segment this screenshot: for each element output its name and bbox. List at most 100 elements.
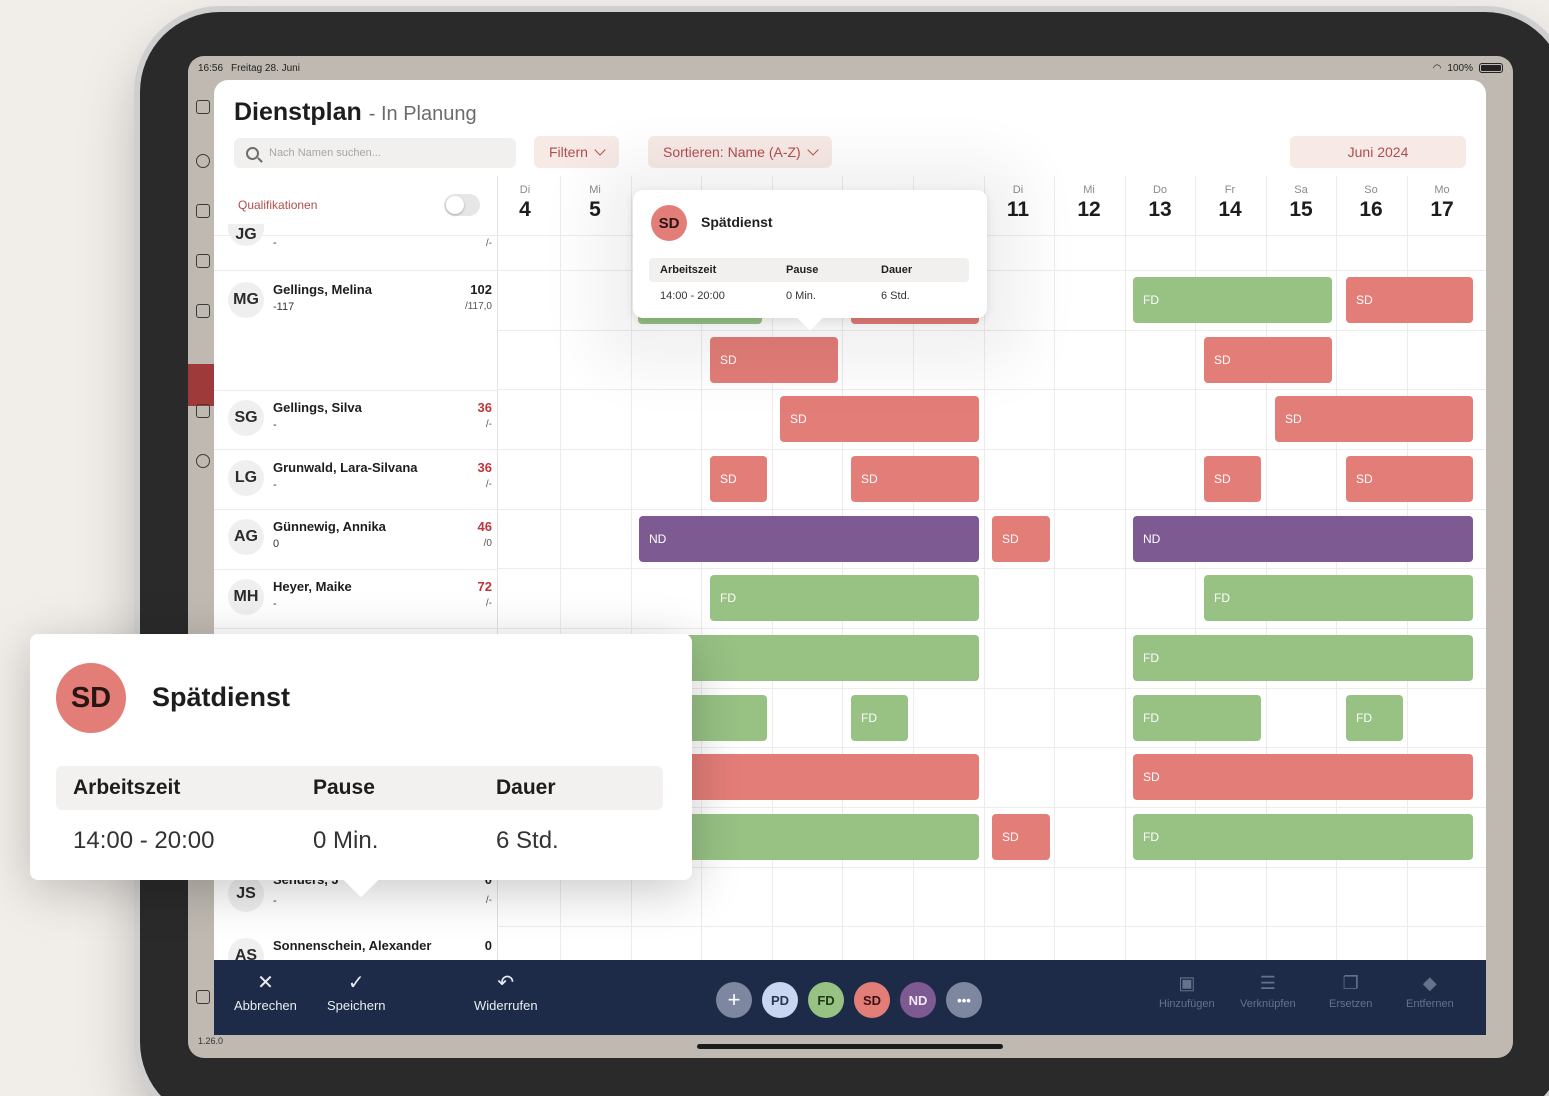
grid-line [498, 509, 1486, 510]
shift-early[interactable]: FD [1133, 635, 1473, 681]
employee-row[interactable]: JG - /- [226, 220, 492, 278]
add-button[interactable]: ▣ Hinzufügen [1159, 972, 1215, 1010]
shift-code: SD [1214, 472, 1231, 486]
col-pause-header: Pause [786, 264, 819, 276]
shift-early[interactable]: FD [1133, 695, 1261, 741]
col-pause-header: Pause [313, 776, 375, 799]
shift-code: SD [1356, 293, 1373, 307]
shift-late[interactable]: SD [1204, 456, 1261, 502]
user-icon[interactable] [196, 304, 210, 318]
undo-button[interactable]: ↶ Widerrufen [474, 972, 538, 1013]
shift-late[interactable] [684, 754, 979, 800]
page-title: Dienstplan - In Planung [234, 98, 477, 127]
shift-late[interactable]: SD [1346, 456, 1473, 502]
checkmark-icon: ✓ [347, 972, 365, 994]
shift-late[interactable]: SD [710, 456, 767, 502]
employee-balance: - [273, 598, 277, 610]
shift-code: SD [1143, 770, 1160, 784]
logout-icon[interactable] [196, 990, 210, 1004]
shift-late[interactable]: SD [1346, 277, 1473, 323]
link-button[interactable]: ☰ Verknüpfen [1240, 972, 1296, 1010]
month-picker[interactable]: Juni 2024 [1290, 136, 1466, 168]
employee-row[interactable]: MH Heyer, Maike - 72 /- [226, 569, 492, 627]
qualifications-label: Qualifikationen [238, 198, 318, 212]
shift-title: Spätdienst [701, 214, 773, 230]
wifi-icon: ◠ [1432, 62, 1442, 74]
shift-type-fd-button[interactable]: FD [808, 982, 844, 1018]
grid-line [498, 628, 1486, 629]
employee-name: Heyer, Maike [273, 579, 352, 594]
shift-early[interactable]: FD [1204, 575, 1473, 621]
employee-row[interactable]: MG Gellings, Melina -117 102 /117,0 [226, 272, 492, 330]
shift-type-pd-button[interactable]: PD [762, 982, 798, 1018]
shift-night[interactable]: ND [639, 516, 979, 562]
shift-early[interactable] [684, 695, 767, 741]
avatar: MH [228, 579, 264, 615]
shift-early[interactable] [684, 814, 979, 860]
sort-button[interactable]: Sortieren: Name (A-Z) [648, 136, 832, 168]
shift-code: SD [861, 472, 878, 486]
qualifications-toggle[interactable] [444, 194, 480, 216]
shift-early[interactable]: FD [1133, 814, 1473, 860]
shift-type-sd-button[interactable]: SD [854, 982, 890, 1018]
shift-code: FD [720, 591, 736, 605]
battery-icon [1479, 63, 1503, 73]
shift-code: SD [790, 412, 807, 426]
undo-label: Widerrufen [474, 998, 538, 1013]
remove-label: Entfernen [1406, 998, 1454, 1010]
employee-name: Gellings, Melina [273, 282, 372, 297]
sidebar-toggle-icon[interactable] [196, 100, 210, 114]
shift-late[interactable]: SD [1275, 396, 1473, 442]
eraser-icon: ◆ [1422, 973, 1437, 993]
shift-late[interactable]: SD [992, 814, 1050, 860]
version-label: 1.26.0 [198, 1036, 224, 1046]
remove-button[interactable]: ◆ Entfernen [1406, 972, 1454, 1010]
shift-early[interactable]: FD [710, 575, 979, 621]
add-shift-type-button[interactable]: + [716, 982, 752, 1018]
shift-badge: SD [56, 663, 126, 733]
home-indicator [697, 1044, 1003, 1049]
more-button[interactable]: ••• [946, 982, 982, 1018]
search-placeholder: Nach Namen suchen... [269, 147, 381, 159]
status-time: 16:56 [198, 62, 224, 74]
team-icon[interactable] [196, 254, 210, 268]
grid-line [498, 449, 1486, 450]
shift-popover-large: SD Spätdienst Arbeitszeit Pause Dauer 14… [30, 634, 692, 898]
home-icon[interactable] [196, 204, 210, 218]
shift-early[interactable]: FD [1346, 695, 1403, 741]
sort-label: Sortieren: Name (A-Z) [663, 144, 801, 160]
shift-late[interactable]: SD [1204, 337, 1332, 383]
employee-row[interactable]: AG Günnewig, Annika 0 46 /0 [226, 509, 492, 567]
profile-icon[interactable] [196, 154, 210, 168]
save-button[interactable]: ✓ Speichern [327, 972, 386, 1013]
replace-button[interactable]: ❐ Ersetzen [1329, 972, 1372, 1010]
shift-code: FD [1143, 711, 1159, 725]
sidebar-item-schedule-active[interactable] [188, 364, 216, 406]
employee-row[interactable]: SG Gellings, Silva - 36 /- [226, 390, 492, 448]
shift-night[interactable]: ND [1133, 516, 1473, 562]
close-icon: ✕ [257, 972, 274, 994]
shift-late[interactable]: SD [780, 396, 979, 442]
search-input[interactable]: Nach Namen suchen... [234, 138, 516, 168]
shift-early[interactable]: FD [851, 695, 908, 741]
shift-late[interactable]: SD [1133, 754, 1473, 800]
employee-row[interactable]: LG Grunwald, Lara-Silvana - 36 /- [226, 450, 492, 508]
shift-late[interactable]: SD [851, 456, 979, 502]
shift-early[interactable]: FD [1133, 277, 1332, 323]
more-icon: ••• [957, 992, 971, 1008]
book-icon[interactable] [196, 404, 210, 418]
clock-icon[interactable] [196, 454, 210, 468]
shift-late[interactable]: SD [710, 337, 838, 383]
filter-button[interactable]: Filtern [534, 136, 619, 168]
grid-line [498, 389, 1486, 390]
grid-line [498, 926, 1486, 927]
employee-balance: - [273, 419, 277, 431]
employee-balance: - [273, 237, 277, 249]
shift-early[interactable] [684, 635, 979, 681]
grid-line [498, 568, 1486, 569]
search-icon [246, 146, 259, 160]
shift-type-nd-button[interactable]: ND [900, 982, 936, 1018]
cancel-button[interactable]: ✕ Abbrechen [234, 972, 297, 1013]
shift-late[interactable]: SD [992, 516, 1050, 562]
save-label: Speichern [327, 998, 386, 1013]
